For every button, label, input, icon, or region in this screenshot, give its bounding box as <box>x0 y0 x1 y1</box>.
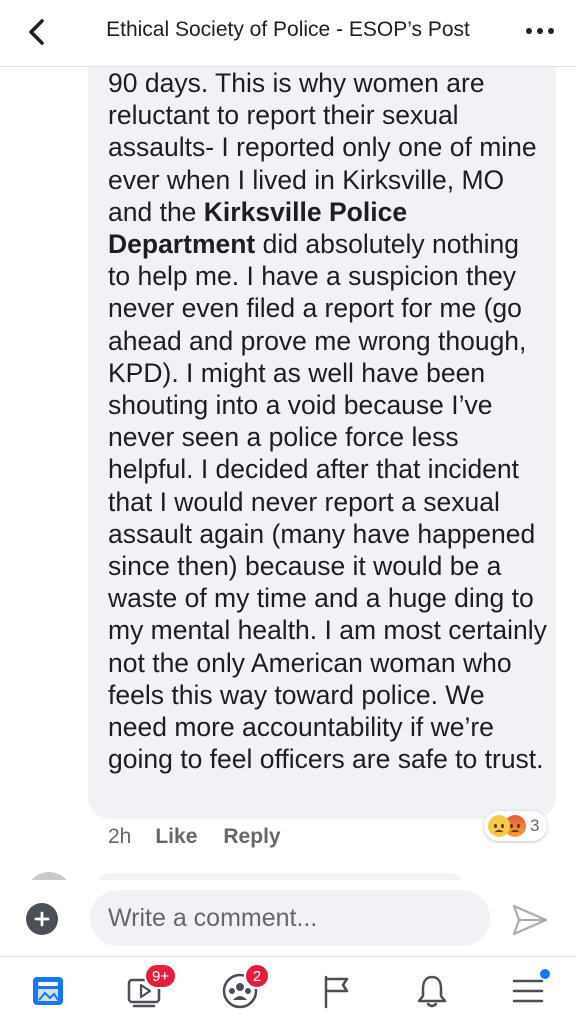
reply-button[interactable]: Reply <box>223 825 280 849</box>
bottom-tab-bar: 9+ 2 <box>0 956 576 1025</box>
tab-news-feed[interactable] <box>20 967 76 1015</box>
tab-groups[interactable]: 2 <box>212 963 270 1015</box>
comment-timestamp[interactable]: 2h <box>108 825 131 849</box>
add-attachment-button[interactable] <box>26 903 58 935</box>
tab-pages[interactable] <box>308 967 364 1015</box>
comment-text: 90 days. This is why women are reluctant… <box>108 67 548 775</box>
watch-badge: 9+ <box>144 963 178 989</box>
bell-icon <box>417 975 447 1008</box>
more-options-button[interactable] <box>522 16 558 46</box>
menu-notification-dot <box>540 969 550 979</box>
comment-input[interactable] <box>90 890 490 946</box>
send-icon <box>512 904 548 936</box>
plus-icon <box>34 911 50 927</box>
page-title: Ethical Society of Police - ESOP’s Post <box>106 18 470 41</box>
comment-composer <box>0 880 576 956</box>
like-button[interactable]: Like <box>155 825 197 849</box>
tab-watch[interactable]: 9+ <box>116 963 178 1015</box>
comments-thread[interactable]: 90 days. This is why women are reluctant… <box>0 67 576 890</box>
comment-actions: 2h Like Reply <box>108 822 307 852</box>
send-button[interactable] <box>508 900 552 940</box>
comment-text-part2: did absolutely nothing to help me. I hav… <box>108 229 547 775</box>
tab-menu[interactable] <box>500 967 556 1015</box>
tab-notifications[interactable] <box>404 967 460 1015</box>
news-feed-icon <box>33 977 63 1005</box>
more-dots-icon <box>526 28 554 34</box>
menu-icon <box>512 979 544 1003</box>
flag-icon <box>324 975 349 1009</box>
reaction-count: 3 <box>530 816 540 835</box>
sad-emoji-icon <box>488 815 510 837</box>
reactions-summary[interactable]: 3 <box>484 811 548 841</box>
groups-badge: 2 <box>244 963 270 989</box>
top-navigation-bar: Ethical Society of Police - ESOP’s Post <box>0 0 576 67</box>
